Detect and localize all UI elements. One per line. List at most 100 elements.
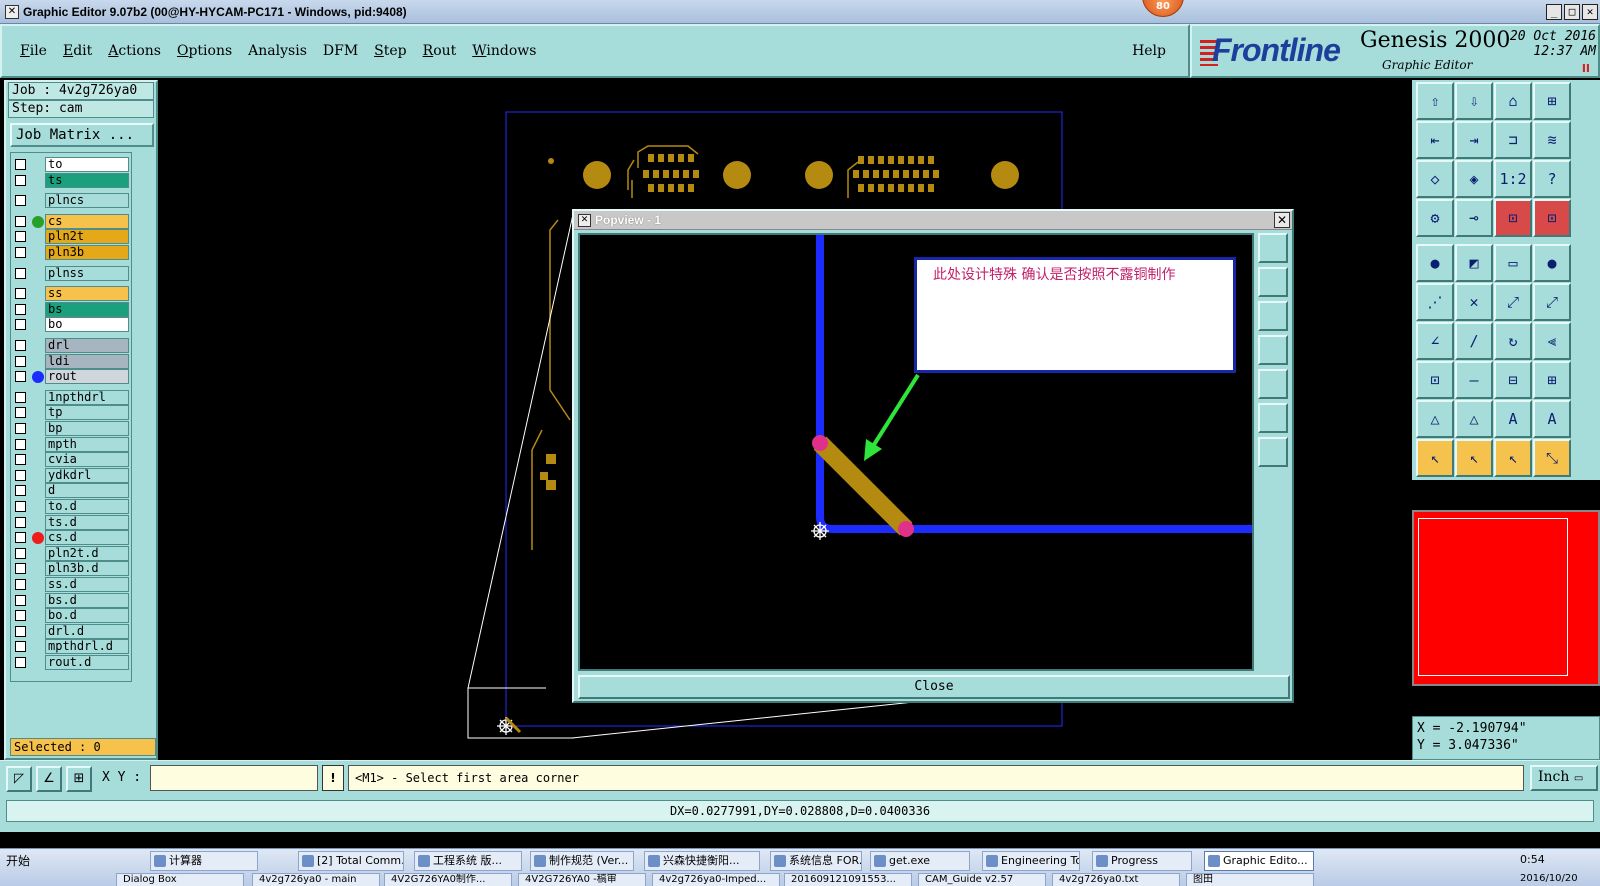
layer-name[interactable]: rout.d bbox=[45, 655, 129, 670]
layer-checkbox[interactable] bbox=[15, 641, 26, 653]
layer-row[interactable]: ts bbox=[11, 172, 133, 188]
menu-actions[interactable]: Actions bbox=[108, 43, 161, 59]
layer-checkbox[interactable] bbox=[15, 267, 26, 279]
tool-button[interactable]: ↖ bbox=[1494, 439, 1532, 477]
layer-name[interactable]: pln2t bbox=[45, 229, 129, 245]
layer-checkbox[interactable] bbox=[15, 579, 26, 590]
tool-button[interactable]: ∠ bbox=[1416, 322, 1454, 360]
measure-icon[interactable]: ∠ bbox=[36, 766, 62, 792]
taskbar-item-row2[interactable]: 4v2g726ya0-Imped... bbox=[652, 873, 780, 886]
popview-right-button[interactable] bbox=[1258, 369, 1288, 399]
menu-windows[interactable]: Windows bbox=[472, 43, 536, 59]
tool-button[interactable]: ◩ bbox=[1455, 244, 1493, 282]
layer-row[interactable]: ts.d bbox=[11, 514, 133, 530]
layer-checkbox[interactable] bbox=[15, 303, 26, 315]
layer-name[interactable]: tp bbox=[45, 405, 129, 421]
layer-checkbox[interactable] bbox=[15, 532, 26, 544]
popview-canvas[interactable]: 此处设计特殊 确认是否按照不露铜制作 bbox=[578, 233, 1256, 671]
layer-checkbox[interactable] bbox=[15, 657, 26, 668]
layer-name[interactable]: plncs bbox=[45, 193, 129, 209]
layer-row[interactable]: plnss bbox=[11, 265, 133, 281]
tool-button[interactable]: ? bbox=[1533, 160, 1571, 198]
taskbar-item[interactable]: Graphic Edito... bbox=[1204, 851, 1314, 871]
popview-close-button[interactable]: Close bbox=[578, 675, 1290, 699]
taskbar-item[interactable]: 工程系统 版... bbox=[414, 851, 522, 871]
taskbar-item[interactable]: 系统信息 FOR... bbox=[770, 851, 862, 871]
maximize-button[interactable]: □ bbox=[1564, 4, 1580, 20]
layer-name[interactable]: d bbox=[45, 483, 129, 499]
tool-button[interactable]: ≋ bbox=[1533, 121, 1571, 159]
popview-close-icon[interactable]: ✕ bbox=[1274, 212, 1290, 228]
taskbar-item[interactable]: get.exe bbox=[870, 851, 970, 871]
popview-up-button[interactable] bbox=[1258, 267, 1288, 297]
layer-name[interactable]: to bbox=[45, 157, 129, 172]
layer-row[interactable]: drl.d bbox=[11, 623, 133, 639]
menu-file[interactable]: File bbox=[20, 43, 47, 59]
layer-row[interactable]: rout bbox=[11, 369, 133, 385]
layer-row[interactable]: rout.d bbox=[11, 655, 133, 670]
tool-button[interactable]: ⋰ bbox=[1416, 283, 1454, 321]
pause-indicator[interactable]: II bbox=[1582, 62, 1590, 75]
taskbar-item[interactable]: [2] Total Comm... bbox=[298, 851, 404, 871]
tool-button[interactable]: ⤢ bbox=[1533, 283, 1571, 321]
layer-row[interactable]: pln3b.d bbox=[11, 561, 133, 577]
taskbar-item[interactable]: 兴森快捷衡阳... bbox=[644, 851, 760, 871]
layer-name[interactable]: drl.d bbox=[45, 623, 129, 639]
tool-button[interactable]: ⊐ bbox=[1494, 121, 1532, 159]
layer-checkbox[interactable] bbox=[15, 355, 26, 367]
tool-button[interactable]: — bbox=[1455, 361, 1493, 399]
layer-name[interactable]: ss bbox=[45, 286, 129, 302]
popview-down-button[interactable] bbox=[1258, 301, 1288, 331]
layer-name[interactable]: cs.d bbox=[45, 530, 129, 546]
taskbar-item[interactable]: 计算器 bbox=[150, 851, 258, 871]
tool-button[interactable]: 1:2 bbox=[1494, 160, 1532, 198]
layer-name[interactable]: 1npthdrl bbox=[45, 389, 129, 405]
layer-row[interactable]: 1npthdrl bbox=[11, 389, 133, 405]
layer-checkbox[interactable] bbox=[15, 438, 26, 450]
layer-name[interactable]: ss.d bbox=[45, 577, 129, 592]
tool-button[interactable]: ● bbox=[1416, 244, 1454, 282]
layer-name[interactable]: mpth bbox=[45, 436, 129, 452]
menu-help[interactable]: Help bbox=[1132, 43, 1166, 59]
tool-button[interactable]: ⊡ bbox=[1533, 199, 1571, 237]
tool-button[interactable]: ⇩ bbox=[1455, 82, 1493, 120]
tool-button[interactable]: ⤡ bbox=[1533, 439, 1571, 477]
tool-button[interactable]: ⌂ bbox=[1494, 82, 1532, 120]
layer-row[interactable]: tp bbox=[11, 405, 133, 421]
layer-checkbox[interactable] bbox=[15, 594, 26, 606]
layer-name[interactable]: ldi bbox=[45, 353, 129, 369]
minimap[interactable] bbox=[1412, 510, 1600, 686]
layer-row[interactable]: bo bbox=[11, 317, 133, 333]
layer-checkbox[interactable] bbox=[15, 516, 26, 528]
layer-checkbox[interactable] bbox=[15, 485, 26, 497]
layer-checkbox[interactable] bbox=[15, 547, 26, 559]
menu-dfm[interactable]: DFM bbox=[323, 43, 358, 59]
layer-row[interactable]: bs bbox=[11, 301, 133, 317]
tool-button[interactable]: ⊸ bbox=[1455, 199, 1493, 237]
layer-row[interactable]: cs bbox=[11, 213, 133, 229]
xy-input[interactable] bbox=[150, 765, 318, 791]
menu-rout[interactable]: Rout bbox=[423, 43, 457, 59]
tool-button[interactable]: A bbox=[1533, 400, 1571, 438]
tool-button[interactable]: △ bbox=[1455, 400, 1493, 438]
layer-row[interactable]: ss bbox=[11, 286, 133, 302]
layer-checkbox[interactable] bbox=[15, 319, 26, 331]
unit-selector[interactable]: Inch ▭ bbox=[1530, 765, 1598, 791]
layer-checkbox[interactable] bbox=[15, 563, 26, 575]
popview-left-button[interactable] bbox=[1258, 335, 1288, 365]
layer-row[interactable]: ldi bbox=[11, 353, 133, 369]
tool-button[interactable]: △ bbox=[1416, 400, 1454, 438]
taskbar-item-row2[interactable]: 图田 bbox=[1186, 873, 1314, 886]
layer-checkbox[interactable] bbox=[15, 407, 26, 419]
taskbar-item-row2[interactable]: 4v2g726ya0 - main bbox=[252, 873, 380, 886]
layer-row[interactable]: mpthdrl.d bbox=[11, 639, 133, 655]
layer-checkbox[interactable] bbox=[15, 501, 26, 512]
layer-row[interactable]: pln3b bbox=[11, 245, 133, 260]
layer-checkbox[interactable] bbox=[15, 159, 26, 170]
layer-checkbox[interactable] bbox=[15, 454, 26, 466]
tool-button[interactable]: ⊞ bbox=[1533, 361, 1571, 399]
taskbar-item-row2[interactable]: 201609121091553... bbox=[784, 873, 912, 886]
tool-button[interactable]: ◇ bbox=[1416, 160, 1454, 198]
layer-checkbox[interactable] bbox=[15, 288, 26, 300]
tool-button[interactable]: ⊟ bbox=[1494, 361, 1532, 399]
